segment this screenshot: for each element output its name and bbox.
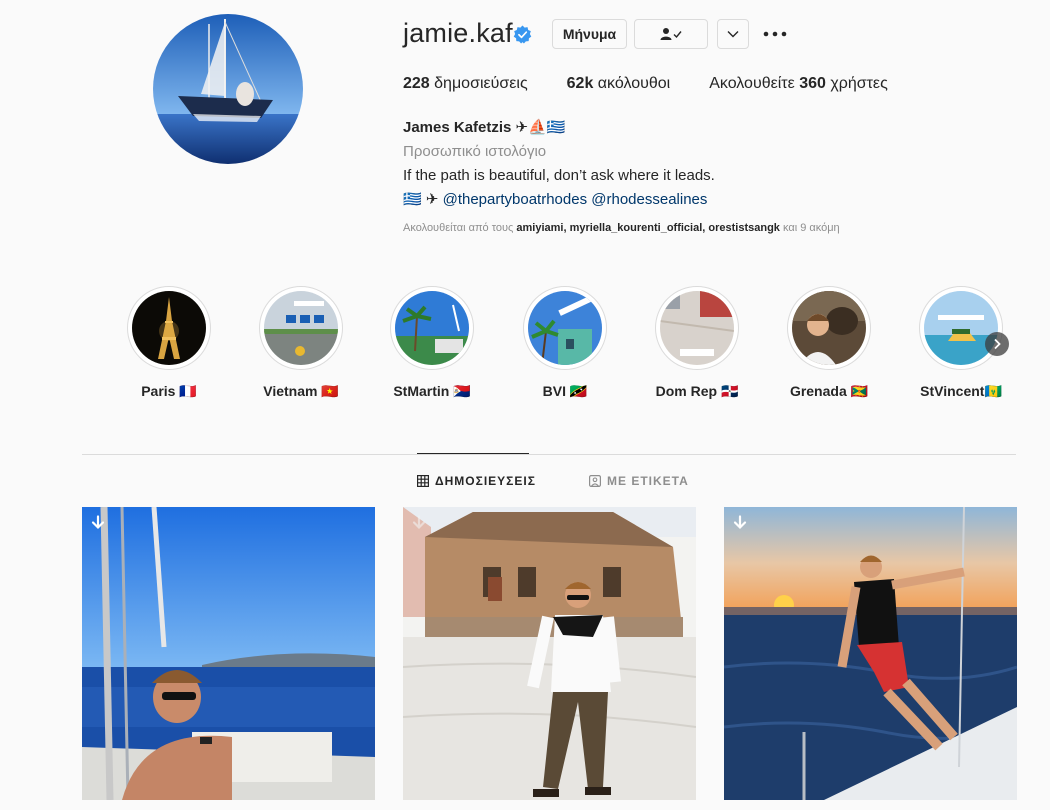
story-highlight-cover bbox=[660, 291, 734, 365]
active-tab-indicator bbox=[417, 453, 529, 454]
story-highlight-label: Vietnam 🇻🇳 bbox=[263, 383, 339, 399]
posts-count-value: 228 bbox=[403, 75, 430, 92]
suggested-accounts-dropdown-button[interactable] bbox=[717, 19, 749, 49]
story-highlight-ring bbox=[919, 286, 1003, 370]
story-highlight[interactable]: Vietnam 🇻🇳 bbox=[259, 286, 343, 400]
story-highlight-cover bbox=[792, 291, 866, 365]
profile-stats: 228 δημοσιεύσεις 62k ακόλουθοι Ακολουθεί… bbox=[403, 75, 927, 93]
bio-mentions-line: 🇬🇷 ✈ @thepartyboatrhodes @rhodessealines bbox=[403, 188, 715, 212]
mention-link[interactable]: @thepartyboatrhodes bbox=[443, 191, 588, 208]
story-highlight-label: BVI 🇰🇳 bbox=[542, 383, 588, 399]
story-highlight-label: StVincent🇻🇨 bbox=[920, 383, 1002, 399]
profile-username: jamie.kaf bbox=[403, 18, 513, 48]
story-highlight-label: StMartin 🇸🇽 bbox=[393, 383, 471, 399]
story-highlight-label: Dom Rep 🇩🇴 bbox=[655, 383, 739, 399]
following-count-value: 360 bbox=[799, 75, 826, 92]
followers-count-label: ακόλουθοι bbox=[593, 75, 671, 92]
following-person-check-icon bbox=[660, 28, 682, 40]
story-highlight-ring bbox=[390, 286, 474, 370]
profile-bio: James Kafetzis ✈⛵🇬🇷 Προσωπικό ιστολόγιο … bbox=[403, 116, 715, 212]
bio-text: If the path is beautiful, don’t ask wher… bbox=[403, 167, 715, 184]
story-highlight-cover bbox=[132, 291, 206, 365]
story-highlight-ring bbox=[523, 286, 607, 370]
download-arrow-icon bbox=[412, 515, 426, 530]
story-highlight-ring bbox=[127, 286, 211, 370]
story-highlight[interactable]: Paris 🇫🇷 bbox=[127, 286, 211, 400]
profile-avatar[interactable] bbox=[153, 14, 303, 164]
message-button[interactable]: Μήνυμα bbox=[552, 19, 627, 49]
download-arrow-icon bbox=[91, 515, 105, 530]
tab-posts-label: ΔΗΜΟΣΙΕΥΣΕΙΣ bbox=[435, 474, 536, 488]
mention-link[interactable]: @rhodessealines bbox=[591, 191, 707, 208]
profile-category: Προσωπικό ιστολόγιο bbox=[403, 143, 547, 160]
profile-full-name: James Kafetzis ✈⛵🇬🇷 bbox=[403, 119, 566, 136]
chevron-right-icon bbox=[994, 338, 1001, 350]
story-highlight-ring bbox=[655, 286, 739, 370]
highlights-next-button[interactable] bbox=[985, 332, 1009, 356]
download-arrow-icon bbox=[733, 515, 747, 530]
followed-by-prefix: Ακολουθείται από τους bbox=[403, 222, 517, 234]
post-thumbnail[interactable] bbox=[724, 507, 1017, 800]
story-highlight-cover bbox=[395, 291, 469, 365]
chevron-down-icon bbox=[727, 31, 739, 38]
following-button[interactable] bbox=[634, 19, 708, 49]
tab-tagged-label: ΜΕ ΕΤΙΚΕΤΑ bbox=[607, 474, 689, 488]
post-thumbnail[interactable] bbox=[82, 507, 375, 800]
tabs-divider bbox=[82, 454, 1016, 455]
story-highlight-ring bbox=[259, 286, 343, 370]
story-highlight[interactable]: Dom Rep 🇩🇴 bbox=[655, 286, 739, 400]
story-highlight-cover bbox=[924, 291, 998, 365]
story-highlight-label: Paris 🇫🇷 bbox=[141, 383, 197, 399]
verified-badge-icon bbox=[513, 25, 532, 44]
tab-posts[interactable]: ΔΗΜΟΣΙΕΥΣΕΙΣ bbox=[417, 474, 536, 488]
following-count[interactable]: Ακολουθείτε 360 χρήστες bbox=[709, 75, 888, 93]
grid-icon bbox=[417, 475, 429, 487]
story-highlight[interactable]: Grenada 🇬🇩 bbox=[787, 286, 871, 400]
following-count-label: χρήστες bbox=[825, 75, 888, 92]
story-highlight-cover bbox=[528, 291, 602, 365]
bio-mentions-prefix: 🇬🇷 ✈ bbox=[403, 191, 443, 208]
followed-by-text[interactable]: Ακολουθείται από τους amiyiami, myriella… bbox=[403, 222, 840, 234]
posts-count: 228 δημοσιεύσεις bbox=[403, 75, 528, 93]
followers-count-value: 62k bbox=[566, 75, 594, 92]
tab-tagged[interactable]: ΜΕ ΕΤΙΚΕΤΑ bbox=[589, 474, 689, 488]
followed-by-suffix: και 9 ακόμη bbox=[779, 222, 840, 234]
tagged-person-icon bbox=[589, 475, 601, 487]
story-highlight-cover bbox=[264, 291, 338, 365]
following-count-prefix: Ακολουθείτε bbox=[709, 75, 800, 92]
more-options-icon[interactable] bbox=[763, 24, 787, 44]
story-highlight[interactable]: StMartin 🇸🇽 bbox=[390, 286, 474, 400]
story-highlight[interactable]: BVI 🇰🇳 bbox=[523, 286, 607, 400]
followed-by-users: amiyiami, myriella_kourenti_official, or… bbox=[516, 222, 780, 234]
story-highlight-label: Grenada 🇬🇩 bbox=[789, 383, 869, 399]
post-thumbnail[interactable] bbox=[403, 507, 696, 800]
story-highlight-ring bbox=[787, 286, 871, 370]
followers-count[interactable]: 62k ακόλουθοι bbox=[567, 75, 671, 93]
posts-count-label: δημοσιεύσεις bbox=[429, 75, 528, 92]
